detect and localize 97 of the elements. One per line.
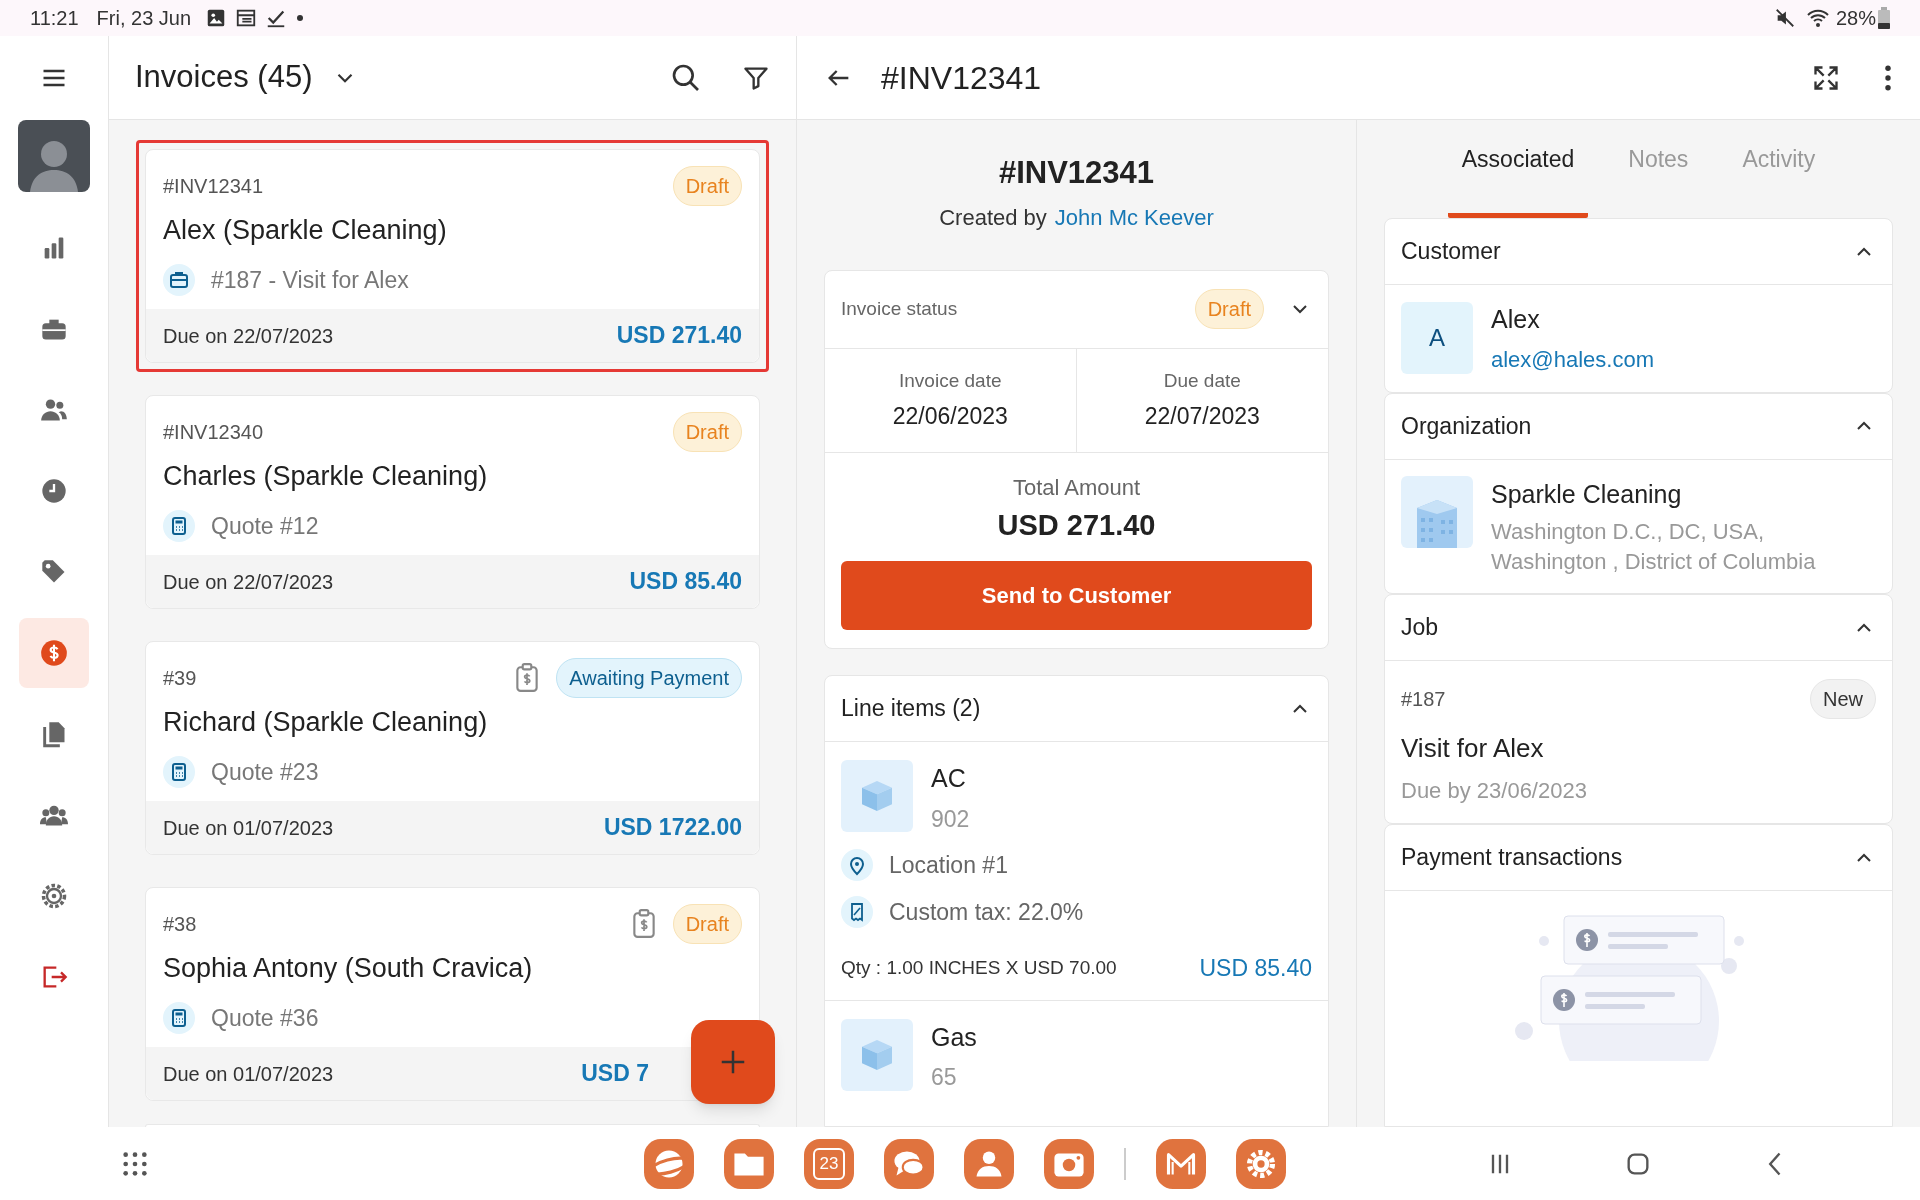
invoice-amount: USD 7 [581,1059,649,1089]
more-icon[interactable] [1884,64,1892,91]
invoice-status-label: Invoice status [841,296,958,321]
battery-percent: 28% [1835,6,1876,31]
due-date-label: Due date [1163,368,1241,393]
customer-name: Alex [1491,304,1541,335]
documents-icon [40,720,68,748]
gear-icon [40,882,68,910]
calculator-icon [163,509,195,542]
email-link[interactable]: alex@hales.com [1491,342,1654,376]
due-date: 22/07/2023 [1144,402,1260,431]
calculator-icon [163,755,195,788]
address-line: Washington , District of Columbia [1491,548,1816,576]
status-badge: Draft [1194,289,1264,329]
tab[interactable]: Notes [1614,142,1703,218]
invoice-number: #INV12341 [163,174,264,199]
invoice-number: #39 [163,666,197,691]
linked-reference[interactable]: #187 - Visit for Alex [211,262,409,297]
invoice-date: 22/06/2023 [892,402,1008,431]
item-quantity: Qty : 1.00 INCHES X USD 70.00 [841,956,1117,980]
avatar-initial: A [1429,323,1445,354]
briefcase-icon [163,263,195,296]
job-number: #187 [1401,687,1446,712]
building-icon [1415,497,1459,548]
due-date: Due on 22/07/2023 [163,569,334,595]
mute-icon [1773,7,1796,29]
mail-icon[interactable] [1156,1138,1206,1189]
created-by-label: Created by [939,203,1047,232]
address-line: Washington D.C., DC, USA, [1491,518,1766,546]
due-date: Due on 22/07/2023 [163,323,334,349]
section-title: Organization [1401,411,1532,441]
item-tax: Custom tax: 22.0% [889,897,1084,927]
invoice-amount: USD 1722.00 [603,813,742,843]
invoice-title: #INV12341 [881,58,1042,98]
item-code: 902 [931,804,970,834]
invoice-amount: USD 271.40 [616,321,742,351]
nav-item[interactable] [19,618,89,688]
item-name: Gas [931,1021,977,1053]
tab[interactable]: Activity [1728,142,1830,218]
item-code: 65 [931,1063,958,1092]
due-date: Due on 01/07/2023 [163,1061,334,1087]
section-title: Payment transactions [1401,843,1623,873]
linked-reference[interactable]: Quote #23 [211,754,319,789]
customer-name: Richard (Sparkle Cleaning) [163,706,489,739]
calendar-day: 23 [813,1147,845,1180]
item-location: Location #1 [889,851,1008,880]
contact-icon[interactable] [964,1138,1014,1189]
status-badge: Draft [672,166,742,206]
avatar-photo[interactable] [18,120,90,192]
invoice-number: #INV12340 [163,420,264,445]
invoice-date-label: Invoice date [899,368,1002,393]
calculator-icon [163,1001,195,1034]
item-amount: USD 85.40 [1199,954,1312,983]
linked-reference[interactable]: Quote #36 [211,1000,319,1035]
creator-link[interactable]: John Mc Keever [1054,200,1214,234]
clock-icon [40,477,68,505]
calendar-app[interactable]: 23 [804,1138,854,1189]
status-badge: Draft [672,904,742,944]
customer-name: Charles (Sparkle Cleaning) [163,460,489,493]
invoice-number: #38 [163,912,197,937]
camera-icon[interactable] [1044,1138,1094,1189]
customer-name: Sophia Antony (South Cravica) [163,952,534,985]
wifi-icon [1805,7,1830,29]
invoice-amount: USD 85.40 [629,567,742,597]
dollar-icon [40,639,68,667]
status-badge: New [1810,679,1876,719]
app-grid-icon[interactable] [121,1149,149,1178]
calendar-icon [235,7,258,29]
section-title: Job [1401,613,1439,643]
settings-icon[interactable] [1236,1138,1286,1189]
status-badge: Draft [672,412,742,452]
section-title: Customer [1401,237,1501,267]
receipt-icon [841,895,873,928]
total-label: Total Amount [1012,473,1141,502]
send-button[interactable]: Send to Customer [841,561,1312,630]
location-pin-icon [841,849,873,882]
battery-icon [1878,7,1890,29]
invoice-heading: #INV12341 [997,154,1156,192]
linked-reference[interactable]: Quote #12 [211,508,319,543]
expand-icon[interactable] [1812,63,1840,92]
status-badge: Awaiting Payment [556,658,742,698]
total-amount: USD 271.40 [997,507,1156,543]
status-date: Fri, 23 Jun [96,6,192,31]
status-time: 11:21 [30,6,79,31]
folder-icon[interactable] [724,1138,774,1189]
planet-icon[interactable] [644,1138,694,1189]
invoice-card[interactable]: #INV12341 Draft Alex (Sparkle Cleaning) #187 - Visit for Alex Due on 22/07/2023 USD 271.40 [136,140,769,372]
customer-name: Alex (Sparkle Cleaning) [163,214,448,247]
organization-name: Sparkle Cleaning [1491,478,1683,510]
list-title: Invoices (45) [135,58,313,97]
job-name: Visit for Alex [1401,732,1545,765]
section-title: Line items (2) [841,694,981,724]
chat-bubbles-icon[interactable] [884,1138,934,1189]
add-button[interactable] [691,1020,775,1104]
job-due-date: Due by 23/06/2023 [1401,777,1588,805]
due-date: Due on 01/07/2023 [163,815,334,841]
item-name: AC [931,763,967,794]
